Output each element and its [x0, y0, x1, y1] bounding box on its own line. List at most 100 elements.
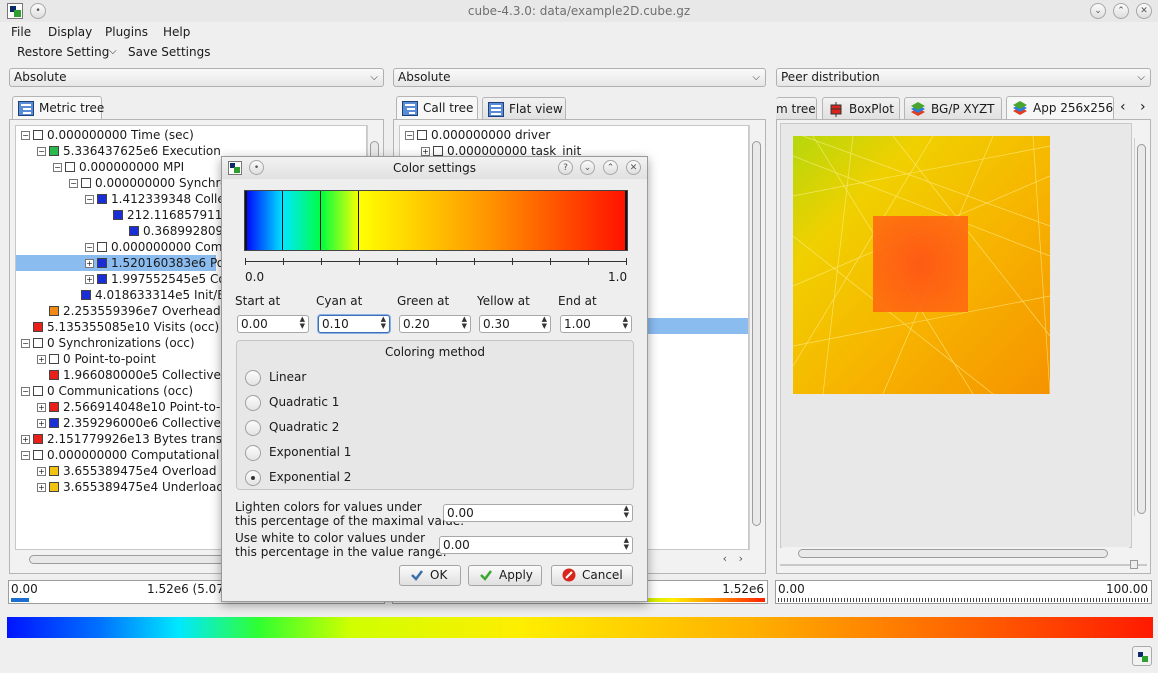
collapse-icon[interactable]: −: [85, 195, 94, 204]
status-app-icon[interactable]: [1132, 646, 1152, 666]
expand-icon[interactable]: +: [421, 147, 430, 156]
metric-tree-row[interactable]: − 0.000000000 MPI: [53, 159, 184, 175]
call-tree-vscrollbar[interactable]: [749, 125, 763, 550]
restore-setting-button[interactable]: Restore Setting: [17, 45, 109, 59]
tab-metric-tree[interactable]: Metric tree: [12, 96, 104, 120]
metric-tree-row[interactable]: − 0.000000000 Synchro: [69, 175, 228, 191]
system-value-mode-select[interactable]: Peer distribution ⌵: [776, 68, 1151, 87]
spin-arrows-icon[interactable]: ▲ ▼: [381, 316, 386, 330]
spin-arrows-icon[interactable]: ▲ ▼: [300, 316, 305, 330]
collapse-icon[interactable]: −: [405, 131, 414, 140]
zoom-slider[interactable]: [780, 560, 1147, 569]
expand-icon[interactable]: +: [85, 275, 94, 284]
metric-tree-row[interactable]: − 5.336437625e6 Execution: [37, 143, 221, 159]
spin-arrows-icon[interactable]: ▲ ▼: [542, 316, 547, 330]
dialog-close-button[interactable]: ✕: [626, 160, 641, 175]
dialog-minimize-button[interactable]: ⌄: [580, 160, 595, 175]
metric-tree-row[interactable]: − 0 Communications (occ): [21, 383, 193, 399]
radio-button[interactable]: [245, 419, 261, 436]
scroll-thumb[interactable]: [752, 141, 761, 526]
end-at-spinbox[interactable]: 1.00 ▲ ▼: [560, 315, 632, 333]
tab-app-256x256[interactable]: App 256x256: [1006, 96, 1114, 120]
save-settings-button[interactable]: Save Settings: [128, 45, 211, 59]
lighten-spinbox[interactable]: 0.00 ▲ ▼: [443, 504, 633, 522]
radio-button[interactable]: [245, 469, 261, 486]
green-marker[interactable]: [320, 191, 321, 250]
tab-call-tree[interactable]: Call tree: [396, 96, 478, 120]
topology-vscrollbar[interactable]: [1134, 138, 1148, 516]
cyan-marker[interactable]: [282, 191, 283, 250]
menu-file[interactable]: File: [11, 25, 31, 39]
cancel-button[interactable]: Cancel: [551, 565, 633, 586]
expand-icon[interactable]: +: [37, 355, 46, 364]
collapse-icon[interactable]: −: [85, 243, 94, 252]
coloring-method-option[interactable]: Quadratic 2: [245, 418, 339, 436]
call-value-mode-select[interactable]: Absolute ⌵: [393, 68, 766, 87]
collapse-icon[interactable]: −: [53, 163, 62, 172]
metric-tree-row[interactable]: 212.116857911 \: [101, 207, 230, 223]
white-spinbox[interactable]: 0.00 ▲ ▼: [439, 536, 633, 554]
menu-plugins[interactable]: Plugins: [105, 25, 148, 39]
collapse-icon[interactable]: −: [21, 131, 30, 140]
metric-tree-row[interactable]: +2.566914048e10 Point-to-po: [37, 399, 235, 415]
metric-tree-row[interactable]: +3.655389475e4 Underload: [37, 479, 224, 495]
tab-bgp-xyzt[interactable]: BG/P XYZT: [904, 97, 1002, 120]
metric-tree-row[interactable]: 5.135355085e10 Visits (occ): [21, 319, 219, 335]
spin-arrows-icon[interactable]: ▲ ▼: [462, 316, 467, 330]
cyan-at-spinbox[interactable]: 0.10 ▲ ▼: [318, 315, 390, 333]
metric-tree-row[interactable]: +2.359296000e6 Collective: [37, 415, 221, 431]
end-marker[interactable]: [625, 191, 627, 250]
scroll-thumb[interactable]: [1137, 144, 1146, 514]
yellow-at-spinbox[interactable]: 0.30 ▲ ▼: [479, 315, 551, 333]
restore-dropdown-icon[interactable]: ⌵: [109, 46, 117, 57]
topology-heatmap[interactable]: [793, 136, 1050, 394]
metric-tree-row[interactable]: −0.000000000 Commu: [85, 239, 242, 255]
start-at-spinbox[interactable]: 0.00 ▲ ▼: [237, 315, 309, 333]
spin-arrows-icon[interactable]: ▲ ▼: [623, 316, 628, 330]
spin-arrows-icon[interactable]: ▲ ▼: [624, 505, 629, 519]
expand-icon[interactable]: +: [21, 435, 30, 444]
close-button[interactable]: ✕: [1136, 3, 1152, 19]
menu-help[interactable]: Help: [163, 25, 190, 39]
maximize-button[interactable]: ⌃: [1113, 3, 1129, 19]
expand-icon[interactable]: +: [37, 467, 46, 476]
collapse-icon[interactable]: −: [37, 147, 46, 156]
collapse-icon[interactable]: −: [21, 451, 30, 460]
expand-icon[interactable]: +: [37, 483, 46, 492]
metric-tree-row[interactable]: 1.966080000e5 Collective: [37, 367, 221, 383]
radio-button[interactable]: [245, 394, 261, 411]
expand-icon[interactable]: +: [37, 419, 46, 428]
tabs-scroll-left-icon[interactable]: ‹: [1120, 99, 1126, 115]
coloring-method-option[interactable]: Exponential 1: [245, 443, 351, 461]
topology-hscrollbar[interactable]: [782, 547, 1129, 561]
call-tree-selected-row[interactable]: [640, 318, 748, 334]
scroll-left-icon[interactable]: ‹: [723, 552, 727, 565]
coloring-method-option[interactable]: Exponential 2: [245, 468, 351, 486]
apply-button[interactable]: Apply: [468, 565, 542, 586]
color-gradient-preview[interactable]: [244, 190, 628, 251]
metric-tree-row[interactable]: 2.253559396e7 Overhead: [37, 303, 221, 319]
yellow-marker[interactable]: [358, 191, 359, 250]
metric-tree-row[interactable]: 4.018633314e5 Init/Ex: [69, 287, 232, 303]
metric-tree-row[interactable]: +1.997552545e5 Co: [85, 271, 226, 287]
collapse-icon[interactable]: −: [21, 387, 30, 396]
expand-icon[interactable]: +: [37, 403, 46, 412]
collapse-icon[interactable]: −: [21, 339, 30, 348]
menu-display[interactable]: Display: [48, 25, 92, 39]
metric-tree-row[interactable]: +3.655389475e4 Overload: [37, 463, 217, 479]
dialog-maximize-button[interactable]: ⌃: [603, 160, 618, 175]
scroll-thumb[interactable]: [798, 549, 1108, 558]
radio-button[interactable]: [245, 369, 261, 386]
ok-button[interactable]: OK: [399, 565, 461, 586]
metric-tree-row[interactable]: +2.151779926e13 Bytes transfe: [21, 431, 234, 447]
start-marker[interactable]: [245, 191, 247, 250]
minimize-button[interactable]: ⌄: [1090, 3, 1106, 19]
zoom-slider-handle[interactable]: [1130, 560, 1138, 569]
metric-value-mode-select[interactable]: Absolute ⌵: [9, 68, 384, 87]
help-button[interactable]: ?: [558, 160, 573, 175]
call-tree-row[interactable]: − 0.000000000 driver: [405, 127, 550, 143]
metric-tree-row[interactable]: +0 Point-to-point: [37, 351, 156, 367]
radio-button[interactable]: [245, 444, 261, 461]
scroll-thumb[interactable]: [29, 555, 229, 564]
spin-arrows-icon[interactable]: ▲ ▼: [624, 537, 629, 551]
